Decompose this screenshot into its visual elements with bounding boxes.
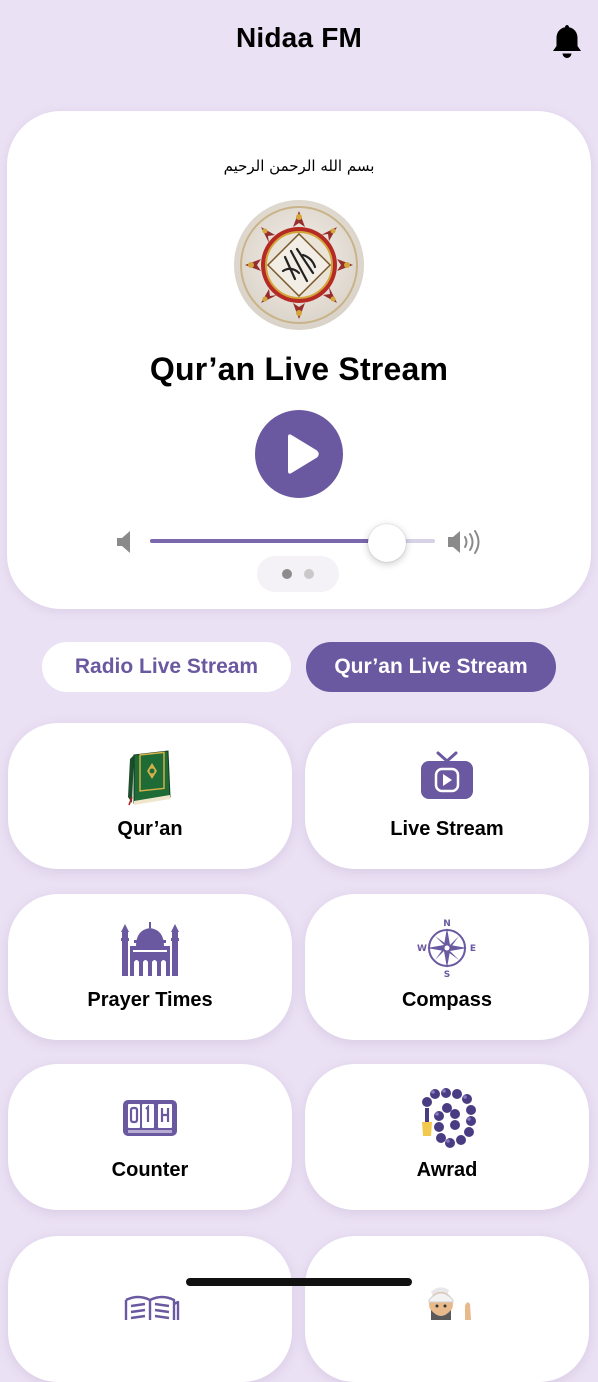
live-stream-tile[interactable]: Live Stream <box>305 723 589 869</box>
volume-slider[interactable] <box>150 524 435 562</box>
stream-title: Qur’an Live Stream <box>149 351 449 387</box>
volume-low-icon <box>113 529 141 555</box>
volume-high-icon <box>445 527 487 557</box>
volume-fill <box>150 539 387 543</box>
volume-thumb[interactable] <box>367 524 406 562</box>
play-button[interactable] <box>255 410 343 498</box>
mosque-icon <box>120 918 180 978</box>
player-card: بسم الله الرحمن الرحيم Qur’an Live Strea… <box>7 111 591 609</box>
awrad-tile[interactable]: Awrad <box>305 1064 589 1210</box>
compass-icon: N S W E <box>417 918 477 980</box>
counter-tile-label: Counter <box>111 1159 189 1181</box>
top-bar: Nidaa FM <box>0 0 598 90</box>
svg-text:N: N <box>443 919 451 929</box>
compass-tile-label: Compass <box>401 989 493 1011</box>
quran-tile[interactable]: Qur’an <box>8 723 292 869</box>
svg-text:W: W <box>417 944 427 954</box>
prayer-beads-icon <box>417 1088 477 1148</box>
radio-live-stream-button[interactable]: Radio Live Stream <box>42 642 291 692</box>
book-icon <box>120 1260 180 1320</box>
home-indicator[interactable] <box>186 1278 412 1286</box>
page-indicator[interactable] <box>257 556 339 592</box>
compass-tile[interactable]: N S W E Compass <box>305 894 589 1040</box>
play-icon <box>288 434 319 474</box>
page-dot <box>304 569 314 579</box>
quran-live-stream-button[interactable]: Qur’an Live Stream <box>306 642 556 692</box>
live-stream-tile-label: Live Stream <box>390 818 504 840</box>
book-tile[interactable] <box>8 1236 292 1382</box>
counter-icon <box>120 1088 180 1148</box>
basmala-text: بسم الله الرحمن الرحيم <box>223 157 375 175</box>
quran-logo-icon <box>233 199 365 331</box>
bell-icon[interactable] <box>549 21 585 61</box>
counter-tile[interactable]: Counter <box>8 1064 292 1210</box>
praying-man-icon <box>417 1260 477 1320</box>
svg-text:E: E <box>470 944 476 954</box>
page-dot-active <box>282 569 292 579</box>
prayer-times-tile[interactable]: Prayer Times <box>8 894 292 1040</box>
awrad-tile-label: Awrad <box>416 1159 478 1181</box>
quran-tile-label: Qur’an <box>117 818 183 840</box>
prayer-times-tile-label: Prayer Times <box>87 989 213 1011</box>
tv-play-icon <box>417 747 477 807</box>
svg-text:S: S <box>444 970 450 978</box>
app-title: Nidaa FM <box>235 22 363 53</box>
quran-book-icon <box>120 747 180 807</box>
supplication-tile[interactable] <box>305 1236 589 1382</box>
